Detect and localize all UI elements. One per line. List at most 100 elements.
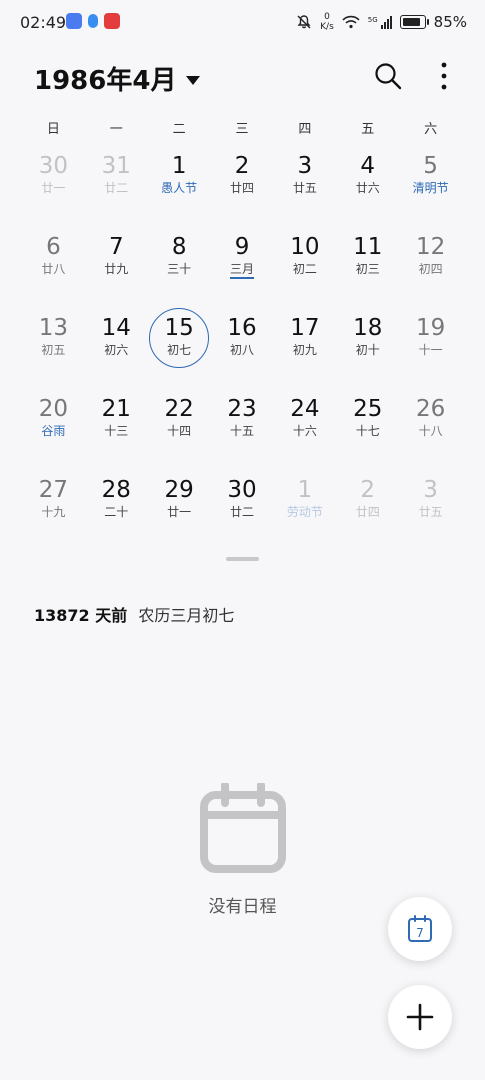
day-number: 29 bbox=[164, 477, 194, 503]
calendar-day[interactable]: 26 十八 bbox=[399, 389, 462, 470]
day-number: 21 bbox=[101, 396, 131, 422]
day-number: 13 bbox=[38, 315, 69, 341]
day-number: 1 bbox=[297, 477, 313, 503]
calendar-day[interactable]: 20 谷雨 bbox=[22, 389, 85, 470]
calendar-day[interactable]: 5 清明节 bbox=[399, 146, 462, 227]
search-icon bbox=[375, 63, 402, 90]
search-button[interactable] bbox=[368, 56, 408, 96]
day-number: 27 bbox=[38, 477, 69, 503]
weekday-label: 二 bbox=[172, 122, 186, 137]
calendar-day[interactable]: 30 廿二 bbox=[211, 470, 274, 551]
weekday-label: 三 bbox=[235, 122, 249, 137]
festival-label: 劳动节 bbox=[286, 505, 323, 519]
calendar-week-row: 6 廿八 7 廿九 8 三十 9 三月 10 初二 11 初三 12 初四 bbox=[22, 227, 462, 308]
calendar-day[interactable]: 8 三十 bbox=[148, 227, 211, 308]
calendar-day[interactable]: 13 初五 bbox=[22, 308, 85, 389]
lunar-day-label: 初二 bbox=[292, 262, 317, 276]
day-number: 22 bbox=[164, 396, 194, 422]
blue-app-icon bbox=[88, 14, 98, 28]
day-number: 11 bbox=[353, 234, 383, 260]
day-number: 23 bbox=[227, 396, 257, 422]
day-number: 8 bbox=[171, 234, 187, 260]
today-calendar-icon: 7 bbox=[408, 915, 432, 942]
calendar-day[interactable]: 4 廿六 bbox=[336, 146, 399, 227]
day-number: 3 bbox=[297, 153, 313, 179]
day-number: 20 bbox=[38, 396, 69, 422]
day-number: 14 bbox=[101, 315, 131, 341]
day-number: 19 bbox=[415, 315, 446, 341]
calendar-day[interactable]: 6 廿八 bbox=[22, 227, 85, 308]
calendar-day[interactable]: 27 十九 bbox=[22, 470, 85, 551]
calendar-day[interactable]: 1 劳动节 bbox=[273, 470, 336, 551]
festival-label: 愚人节 bbox=[161, 181, 198, 195]
calendar-day[interactable]: 1 愚人节 bbox=[148, 146, 211, 227]
status-right: 0 K/s 5G 85% bbox=[296, 12, 467, 32]
day-number: 17 bbox=[290, 315, 320, 341]
lunar-day-label: 初四 bbox=[418, 262, 443, 276]
calendar-empty-icon bbox=[200, 783, 286, 873]
signal-icon: 5G bbox=[367, 15, 392, 29]
calendar-day[interactable]: 21 十三 bbox=[85, 389, 148, 470]
lunar-day-label: 初六 bbox=[104, 343, 129, 357]
day-number: 12 bbox=[415, 234, 446, 260]
status-bar: 02:49 0 K/s 5G 85% bbox=[0, 0, 485, 46]
signal-type: 5G bbox=[367, 15, 378, 24]
add-event-button[interactable] bbox=[388, 985, 452, 1049]
day-number: 24 bbox=[290, 396, 320, 422]
more-button[interactable] bbox=[424, 56, 464, 96]
calendar-day[interactable]: 2 廿四 bbox=[211, 146, 274, 227]
calendar-day[interactable]: 7 廿九 bbox=[85, 227, 148, 308]
calendar-day[interactable]: 25 十七 bbox=[336, 389, 399, 470]
calendar-day[interactable]: 28 二十 bbox=[85, 470, 148, 551]
more-vertical-icon bbox=[441, 62, 447, 90]
plus-icon bbox=[406, 1003, 434, 1031]
caret-down-icon bbox=[186, 76, 201, 85]
day-number: 6 bbox=[46, 234, 61, 260]
weekday-label: 五 bbox=[361, 122, 375, 137]
calendar-day[interactable]: 17 初九 bbox=[273, 308, 336, 389]
net-speed-value: 0 bbox=[324, 12, 330, 22]
selected-date-info: 13872 天前 农历三月初七 bbox=[34, 602, 234, 626]
lunar-day-label: 廿八 bbox=[41, 262, 66, 276]
today-number: 7 bbox=[416, 926, 424, 940]
calendar-week-row: 20 谷雨 21 十三 22 十四 23 十五 24 十六 25 十七 26 十八 bbox=[22, 389, 462, 470]
calendar-day[interactable]: 2 廿四 bbox=[336, 470, 399, 551]
day-number: 2 bbox=[234, 153, 250, 179]
calendar-day[interactable]: 22 十四 bbox=[148, 389, 211, 470]
day-number: 31 bbox=[101, 153, 131, 179]
calendar-day-today[interactable]: 15 初七 bbox=[148, 308, 211, 389]
calendar-day[interactable]: 23 十五 bbox=[211, 389, 274, 470]
day-number: 2 bbox=[360, 477, 376, 503]
status-time: 02:49 bbox=[20, 13, 67, 32]
lunar-day-label: 初七 bbox=[167, 343, 192, 357]
calendar-day[interactable]: 11 初三 bbox=[336, 227, 399, 308]
calendar-day[interactable]: 30 廿一 bbox=[22, 146, 85, 227]
calendar-day[interactable]: 9 三月 bbox=[211, 227, 274, 308]
month-selector[interactable]: 1986年4月 bbox=[34, 60, 201, 97]
calendar-day[interactable]: 14 初六 bbox=[85, 308, 148, 389]
calendar-week-row: 27 十九 28 二十 29 廿一 30 廿二 1 劳动节 2 廿四 3 廿五 bbox=[22, 470, 462, 551]
calendar-day[interactable]: 12 初四 bbox=[399, 227, 462, 308]
calendar-day[interactable]: 29 廿一 bbox=[148, 470, 211, 551]
go-to-today-button[interactable]: 7 bbox=[388, 897, 452, 961]
lunar-day-label: 十五 bbox=[230, 424, 255, 438]
lunar-day-label: 十八 bbox=[418, 424, 443, 438]
calendar-day[interactable]: 3 廿五 bbox=[273, 146, 336, 227]
calendar-day[interactable]: 3 廿五 bbox=[399, 470, 462, 551]
drag-handle[interactable] bbox=[226, 557, 259, 561]
calendar-day[interactable]: 16 初八 bbox=[211, 308, 274, 389]
calendar-day[interactable]: 19 十一 bbox=[399, 308, 462, 389]
day-number: 18 bbox=[353, 315, 383, 341]
calendar-day[interactable]: 24 十六 bbox=[273, 389, 336, 470]
calendar-day[interactable]: 18 初十 bbox=[336, 308, 399, 389]
lunar-day-label: 初八 bbox=[230, 343, 255, 357]
calendar-week-row: 30 廿一 31 廿二 1 愚人节 2 廿四 3 廿五 4 廿六 5 清明节 bbox=[22, 146, 462, 227]
calendar-day[interactable]: 31 廿二 bbox=[85, 146, 148, 227]
mute-icon bbox=[297, 15, 311, 29]
calendar-day[interactable]: 10 初二 bbox=[273, 227, 336, 308]
day-number: 30 bbox=[227, 477, 257, 503]
mail-app-icon bbox=[66, 13, 82, 29]
lunar-day-label: 初五 bbox=[41, 343, 66, 357]
day-number: 26 bbox=[415, 396, 446, 422]
lunar-day-label: 廿五 bbox=[292, 181, 317, 195]
